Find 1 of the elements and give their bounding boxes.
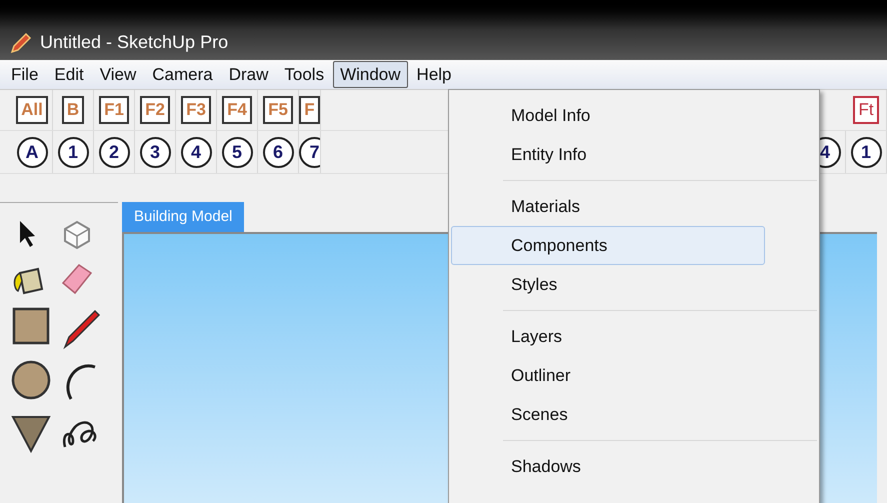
window-title: Untitled - SketchUp Pro [40, 31, 228, 54]
